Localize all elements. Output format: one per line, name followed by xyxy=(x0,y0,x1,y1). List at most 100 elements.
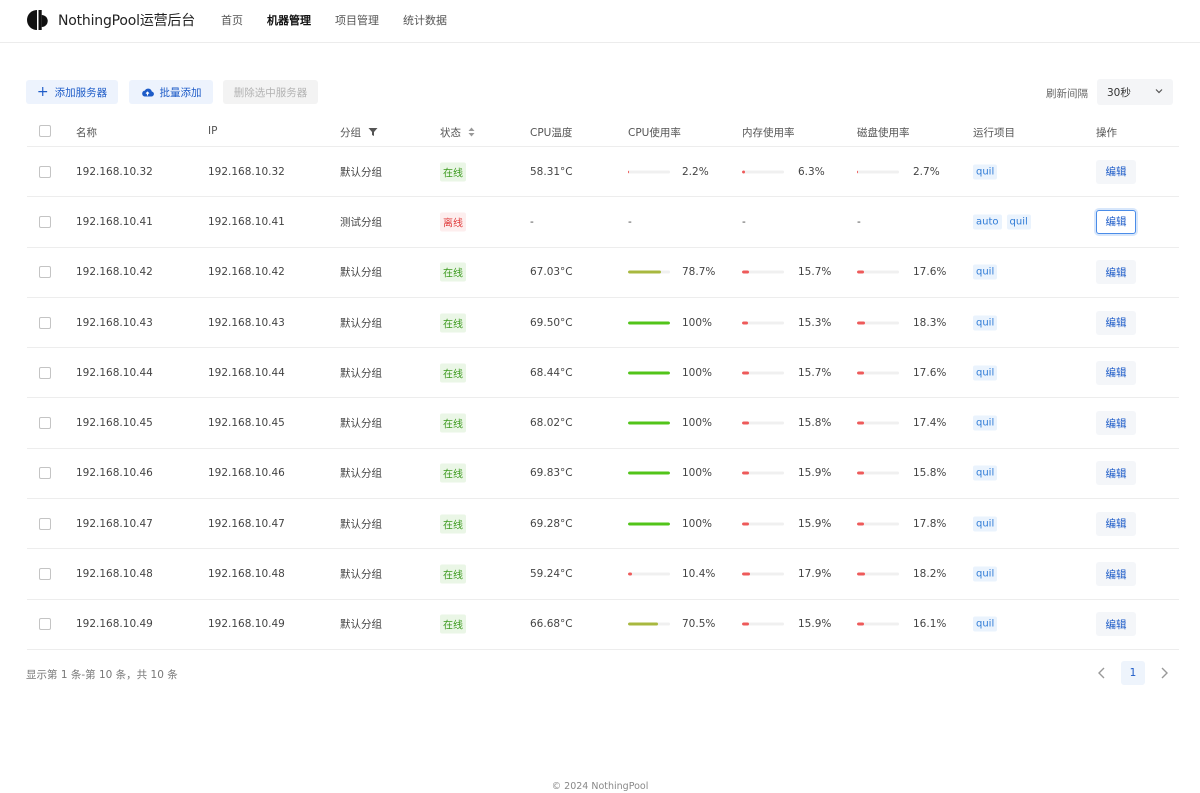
disk-usage-bar-fill xyxy=(857,421,865,425)
disk-usage-value: 2.7% xyxy=(913,165,940,178)
batch-add-label: 批量添加 xyxy=(159,86,202,99)
project-tag[interactable]: auto xyxy=(973,214,1002,230)
status-badge: 在线 xyxy=(440,413,466,433)
status-badge: 在线 xyxy=(440,313,466,333)
server-group: 默认分组 xyxy=(340,266,382,279)
project-tag[interactable]: quil xyxy=(973,516,998,532)
mem-usage-bar xyxy=(742,371,784,375)
cpu-temp: 68.02°C xyxy=(530,417,573,430)
server-ip: 192.168.10.47 xyxy=(208,517,285,530)
project-tag[interactable]: quil xyxy=(973,164,998,180)
cpu-usage-value: 100% xyxy=(682,417,713,430)
row-checkbox[interactable] xyxy=(39,316,51,329)
table-row: 192.168.10.48 192.168.10.48 默认分组 在线 59.24°C 1… xyxy=(27,549,1179,600)
disk-usage-bar-fill xyxy=(857,572,865,576)
plus-icon: + xyxy=(36,84,49,100)
row-checkbox[interactable] xyxy=(39,517,51,530)
add-server-button[interactable]: + 添加服务器 xyxy=(26,80,118,104)
server-group: 默认分组 xyxy=(340,568,382,581)
project-tags: quil xyxy=(973,516,1002,532)
filter-icon[interactable] xyxy=(368,127,378,137)
mem-usage-bar-fill xyxy=(742,270,749,274)
edit-button[interactable]: 编辑 xyxy=(1096,159,1136,184)
mem-usage-bar xyxy=(742,471,784,475)
disk-usage-bar xyxy=(857,421,899,425)
server-group: 默认分组 xyxy=(340,317,382,330)
cpu-usage-value: 100% xyxy=(682,366,713,379)
edit-button[interactable]: 编辑 xyxy=(1096,360,1136,385)
edit-button[interactable]: 编辑 xyxy=(1096,511,1136,536)
row-checkbox[interactable] xyxy=(39,266,51,279)
nav-item-home[interactable]: 首页 xyxy=(221,12,243,28)
chevron-right-icon[interactable] xyxy=(1155,661,1173,685)
row-checkbox[interactable] xyxy=(39,568,51,581)
chevron-left-icon[interactable] xyxy=(1093,661,1111,685)
col-status: 状态 xyxy=(440,125,475,140)
mem-usage-bar-fill xyxy=(742,321,749,325)
nav-item-projects[interactable]: 项目管理 xyxy=(335,12,379,28)
row-checkbox[interactable] xyxy=(39,467,51,480)
row-checkbox[interactable] xyxy=(39,165,51,178)
server-group: 默认分组 xyxy=(340,518,382,531)
table-row: 192.168.10.41 192.168.10.41 测试分组 离线 - - - - auto… xyxy=(27,197,1179,248)
mem-usage-bar xyxy=(742,321,784,325)
row-checkbox[interactable] xyxy=(39,215,51,228)
cpu-temp: - xyxy=(530,215,534,228)
server-ip: 192.168.10.46 xyxy=(208,467,285,480)
refresh-interval-select[interactable]: 30秒 xyxy=(1097,79,1173,105)
page-1-button[interactable]: 1 xyxy=(1121,661,1145,685)
batch-add-button[interactable]: 批量添加 xyxy=(129,80,213,104)
project-tag[interactable]: quil xyxy=(973,264,998,280)
refresh-interval-value: 30秒 xyxy=(1107,87,1131,99)
cpu-usage-value: 70.5% xyxy=(682,618,716,631)
table-header: 名称 IP 分组 状态 CPU温度 CPU使用率 内存使用率 磁盘使用率 运行项… xyxy=(27,116,1179,147)
delete-selected-button[interactable]: 删除选中服务器 xyxy=(223,80,318,104)
server-group: 默认分组 xyxy=(340,166,382,179)
project-tag[interactable]: quil xyxy=(973,415,998,431)
disk-usage-bar xyxy=(857,622,899,626)
server-ip: 192.168.10.42 xyxy=(208,266,285,279)
edit-button[interactable]: 编辑 xyxy=(1096,209,1136,234)
edit-button[interactable]: 编辑 xyxy=(1096,310,1136,335)
table-row: 192.168.10.32 192.168.10.32 默认分组 在线 58.31°C 2… xyxy=(27,147,1179,198)
cpu-usage-bar xyxy=(628,371,670,375)
nav-item-statistics[interactable]: 统计数据 xyxy=(403,12,447,28)
edit-button[interactable]: 编辑 xyxy=(1096,411,1136,436)
status-badge: 在线 xyxy=(440,262,466,282)
server-group: 默认分组 xyxy=(340,367,382,380)
disk-usage-bar xyxy=(857,270,899,274)
sort-icon[interactable] xyxy=(468,127,475,137)
row-checkbox[interactable] xyxy=(39,417,51,430)
cpu-usage-bar-fill xyxy=(628,270,662,274)
disk-usage-value: 16.1% xyxy=(913,618,947,631)
add-server-label: 添加服务器 xyxy=(54,86,108,99)
project-tag[interactable]: quil xyxy=(973,365,998,381)
row-checkbox[interactable] xyxy=(39,618,51,631)
project-tag[interactable]: quil xyxy=(973,566,998,582)
project-tag[interactable]: quil xyxy=(973,315,998,331)
mem-usage-value: 15.7% xyxy=(798,266,832,279)
project-tag[interactable]: quil xyxy=(973,616,998,632)
server-name: 192.168.10.42 xyxy=(76,266,153,279)
edit-button[interactable]: 编辑 xyxy=(1096,562,1136,587)
project-tag[interactable]: quil xyxy=(973,465,998,481)
select-all-checkbox[interactable] xyxy=(39,125,51,137)
disk-usage-value: 17.6% xyxy=(913,366,947,379)
mem-usage-bar-fill xyxy=(742,471,749,475)
mem-usage-value: 15.9% xyxy=(798,517,832,530)
project-tag[interactable]: quil xyxy=(1006,214,1031,230)
row-checkbox[interactable] xyxy=(39,366,51,379)
server-ip: 192.168.10.41 xyxy=(208,215,285,228)
project-tags: quil xyxy=(973,315,1002,331)
edit-button[interactable]: 编辑 xyxy=(1096,612,1136,637)
disk-usage-bar xyxy=(857,170,899,174)
edit-button[interactable]: 编辑 xyxy=(1096,260,1136,285)
mem-usage-bar xyxy=(742,421,784,425)
table-row: 192.168.10.49 192.168.10.49 默认分组 在线 66.68°C 7… xyxy=(27,600,1179,650)
col-mem-usage: 内存使用率 xyxy=(742,127,795,139)
table-row: 192.168.10.47 192.168.10.47 默认分组 在线 69.28°C 1… xyxy=(27,499,1179,550)
edit-button[interactable]: 编辑 xyxy=(1096,461,1136,486)
nav-item-machines[interactable]: 机器管理 xyxy=(267,12,311,28)
table-body: 192.168.10.32 192.168.10.32 默认分组 在线 58.31°C 2… xyxy=(27,147,1179,650)
project-tags: quil xyxy=(973,164,1002,180)
